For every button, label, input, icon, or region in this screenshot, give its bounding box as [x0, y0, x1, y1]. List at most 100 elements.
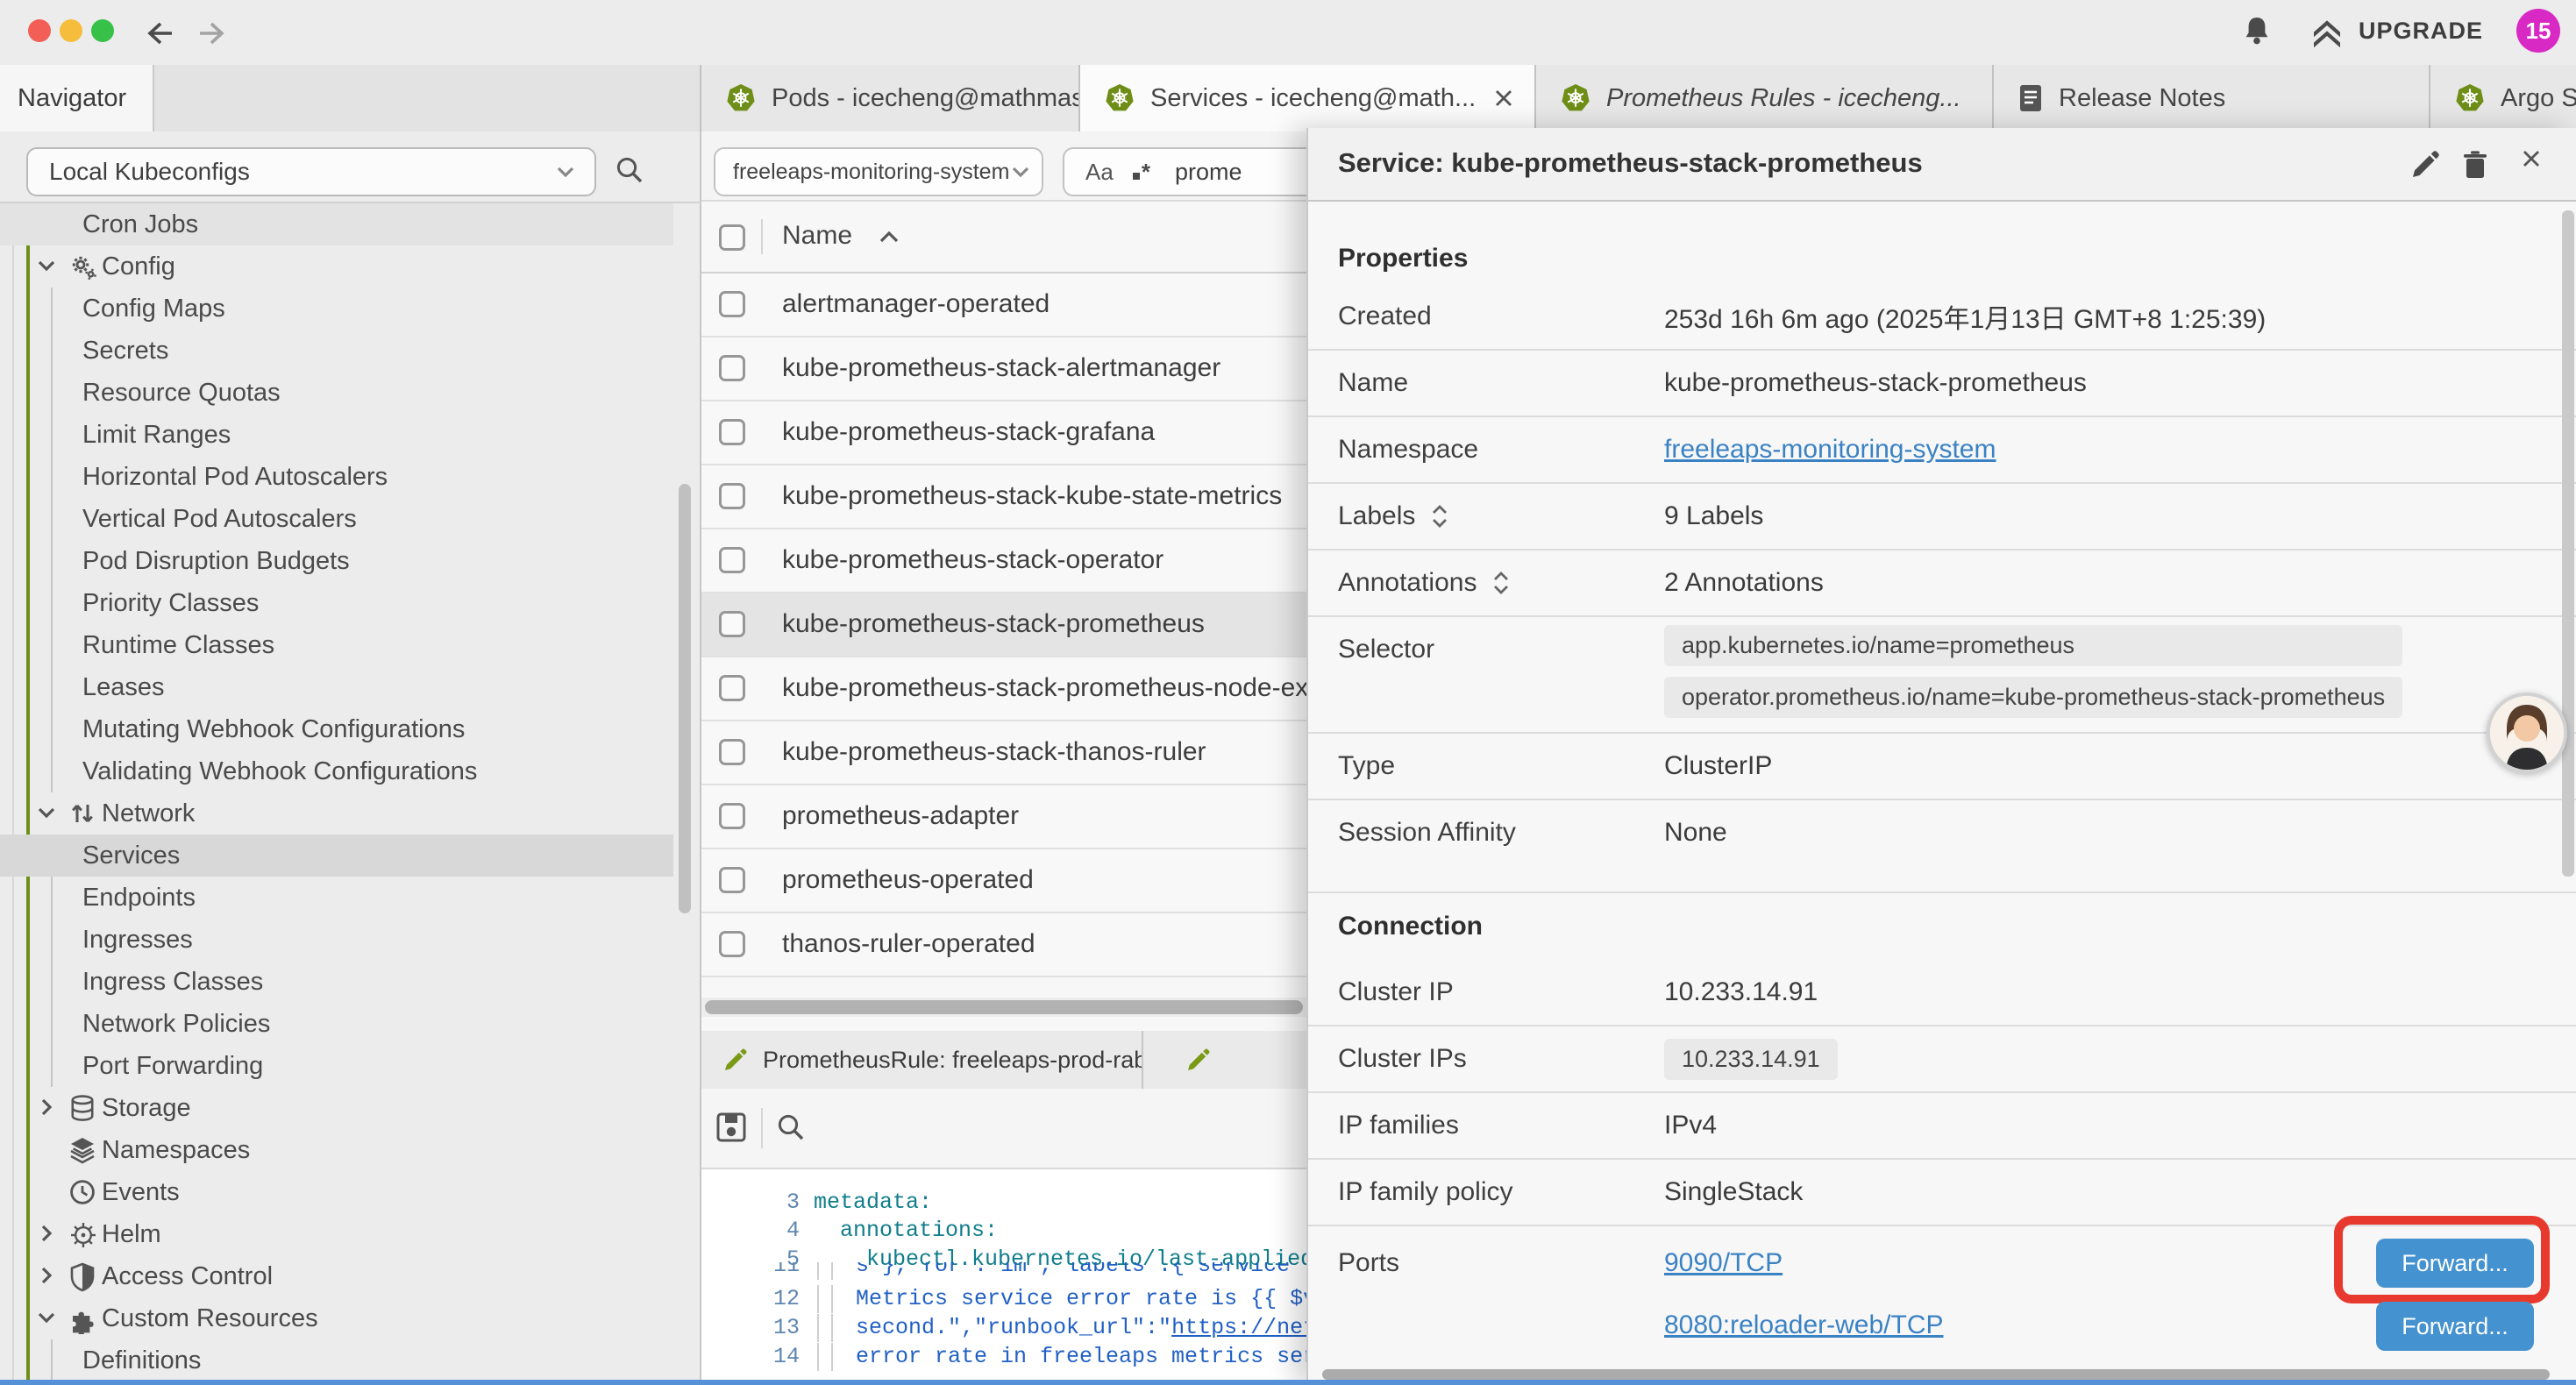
sidebar-item-horizontal-pod-autoscalers[interactable]: Horizontal Pod Autoscalers [0, 456, 673, 498]
sidebar-item-leases[interactable]: Leases [0, 666, 673, 708]
row-checkbox[interactable] [719, 419, 745, 445]
table-row[interactable]: kube-prometheus-stack-alertmanager [701, 337, 1308, 401]
sidebar-item-cron-jobs[interactable]: Cron Jobs [0, 203, 673, 245]
delete-trash-icon[interactable] [2460, 149, 2490, 181]
match-case-toggle[interactable]: Aa [1085, 159, 1114, 186]
sidebar-item-events[interactable]: Events [0, 1171, 673, 1213]
service-name: kube-prometheus-stack-alertmanager [782, 353, 1220, 383]
editor-tab-partial[interactable] [1143, 1031, 1308, 1089]
regex-toggle[interactable]: * [1133, 159, 1150, 186]
tab-pods-icecheng-mathmas[interactable]: Pods - icecheng@mathmas... [701, 65, 1080, 131]
row-checkbox[interactable] [719, 867, 745, 893]
line-number: 4 [701, 1217, 800, 1245]
minimize-window-button[interactable] [60, 19, 82, 42]
port-link[interactable]: 9090/TCP [1664, 1248, 1783, 1278]
table-row[interactable]: prometheus-adapter [701, 785, 1308, 849]
save-icon[interactable] [715, 1112, 747, 1143]
sidebar-item-config[interactable]: Config [0, 245, 673, 288]
sidebar-item-endpoints[interactable]: Endpoints [0, 877, 673, 919]
close-icon[interactable] [2522, 149, 2541, 168]
table-row[interactable]: kube-prometheus-stack-grafana [701, 401, 1308, 465]
sidebar-item-pod-disruption-budgets[interactable]: Pod Disruption Budgets [0, 540, 673, 582]
tab-services-icecheng-math[interactable]: Services - icecheng@math... [1080, 65, 1536, 131]
user-avatar[interactable] [2487, 692, 2567, 773]
sidebar-item-definitions[interactable]: Definitions [0, 1339, 673, 1381]
sidebar-item-limit-ranges[interactable]: Limit Ranges [0, 414, 673, 456]
sidebar-item-helm[interactable]: Helm [0, 1213, 673, 1255]
sidebar-item-namespaces[interactable]: Namespaces [0, 1129, 673, 1171]
edit-pencil-icon[interactable] [2409, 149, 2441, 181]
row-checkbox[interactable] [719, 675, 745, 701]
upgrade-label[interactable]: UPGRADE [2359, 18, 2483, 45]
row-checkbox[interactable] [719, 355, 745, 381]
horizontal-scrollbar[interactable] [701, 998, 1308, 1017]
tab-prometheus-rules-icecheng[interactable]: Prometheus Rules - icecheng... [1536, 65, 1994, 131]
table-row[interactable]: kube-prometheus-stack-prometheus [701, 593, 1308, 657]
table-row[interactable]: kube-prometheus-stack-kube-state-metrics [701, 465, 1308, 529]
sidebar-item-ingress-classes[interactable]: Ingress Classes [0, 961, 673, 1003]
panel-horizontal-scrollbar[interactable] [1322, 1369, 2550, 1380]
table-row[interactable]: kube-prometheus-stack-operator [701, 529, 1308, 593]
table-row[interactable]: alertmanager-operated [701, 273, 1308, 337]
back-arrow-icon[interactable] [140, 14, 179, 53]
kubeconfig-selector[interactable]: Local Kubeconfigs [26, 147, 596, 196]
wrap-indent-guide [831, 1285, 833, 1313]
expander-icon[interactable] [1491, 570, 1512, 596]
chevron-down-icon [554, 160, 577, 183]
tab-release-notes[interactable]: Release Notes [1994, 65, 2430, 131]
expander-icon[interactable] [1429, 503, 1450, 529]
close-tab-icon[interactable] [1494, 89, 1513, 108]
sidebar-item-runtime-classes[interactable]: Runtime Classes [0, 624, 673, 666]
forward-button[interactable]: Forward... [2376, 1302, 2534, 1351]
row-checkbox[interactable] [719, 611, 745, 637]
tab-argo-se[interactable]: Argo Se [2430, 65, 2576, 131]
search-icon[interactable] [775, 1112, 807, 1143]
namespace-selector[interactable]: freeleaps-monitoring-system [714, 147, 1043, 196]
row-checkbox[interactable] [719, 739, 745, 765]
row-checkbox[interactable] [719, 803, 745, 829]
port-link[interactable]: 8080:reloader-web/TCP [1664, 1310, 1944, 1340]
sidebar-scrollbar[interactable] [679, 484, 691, 913]
close-window-button[interactable] [28, 19, 51, 42]
property-value-link[interactable]: freeleaps-monitoring-system [1664, 435, 1996, 465]
table-row[interactable]: kube-prometheus-stack-thanos-ruler [701, 721, 1308, 785]
table-row[interactable]: thanos-ruler-operated [701, 913, 1308, 977]
table-row[interactable]: kube-prometheus-stack-prometheus-node-ex… [701, 657, 1308, 721]
sort-ascending-icon[interactable] [877, 228, 901, 245]
yaml-editor[interactable]: 3metadata:4annotations:5kubectl.kubernet… [701, 1168, 1308, 1385]
select-all-checkbox[interactable] [719, 224, 745, 251]
row-checkbox[interactable] [719, 483, 745, 509]
property-label-text: Type [1338, 751, 1395, 781]
editor-tab-prometheusrule[interactable]: PrometheusRule: freeleaps-prod-rabbitmq [701, 1031, 1143, 1089]
notification-badge[interactable]: 15 [2516, 9, 2560, 53]
sidebar-item-storage[interactable]: Storage [0, 1087, 673, 1129]
sidebar-item-ingresses[interactable]: Ingresses [0, 919, 673, 961]
name-column-header[interactable]: Name [782, 221, 852, 251]
zoom-window-button[interactable] [91, 19, 114, 42]
panel-scrollbar[interactable] [2562, 210, 2574, 877]
sidebar-item-mutating-webhook-configurations[interactable]: Mutating Webhook Configurations [0, 708, 673, 750]
search-icon[interactable] [614, 154, 645, 186]
bell-icon[interactable] [2238, 12, 2276, 51]
sidebar-item-priority-classes[interactable]: Priority Classes [0, 582, 673, 624]
forward-button[interactable]: Forward... [2376, 1239, 2534, 1288]
sidebar-item-config-maps[interactable]: Config Maps [0, 288, 673, 330]
filter-input[interactable]: Aa * prome [1063, 147, 1308, 196]
sidebar-item-vertical-pod-autoscalers[interactable]: Vertical Pod Autoscalers [0, 498, 673, 540]
row-checkbox[interactable] [719, 931, 745, 957]
row-checkbox[interactable] [719, 547, 745, 573]
tab-navigator[interactable]: Navigator [0, 65, 154, 131]
forward-arrow-icon[interactable] [193, 14, 231, 53]
sidebar-item-access-control[interactable]: Access Control [0, 1255, 673, 1297]
sidebar-item-port-forwarding[interactable]: Port Forwarding [0, 1045, 673, 1087]
row-checkbox[interactable] [719, 291, 745, 317]
sidebar-item-resource-quotas[interactable]: Resource Quotas [0, 372, 673, 414]
sidebar-item-secrets[interactable]: Secrets [0, 330, 673, 372]
sidebar-item-custom-resources[interactable]: Custom Resources [0, 1297, 673, 1339]
sidebar-item-validating-webhook-configurations[interactable]: Validating Webhook Configurations [0, 750, 673, 792]
table-row[interactable]: prometheus-operated [701, 849, 1308, 913]
upgrade-chevrons-icon[interactable] [2308, 16, 2346, 54]
sidebar-item-services[interactable]: Services [0, 835, 673, 877]
sidebar-item-network[interactable]: Network [0, 792, 673, 835]
sidebar-item-network-policies[interactable]: Network Policies [0, 1003, 673, 1045]
